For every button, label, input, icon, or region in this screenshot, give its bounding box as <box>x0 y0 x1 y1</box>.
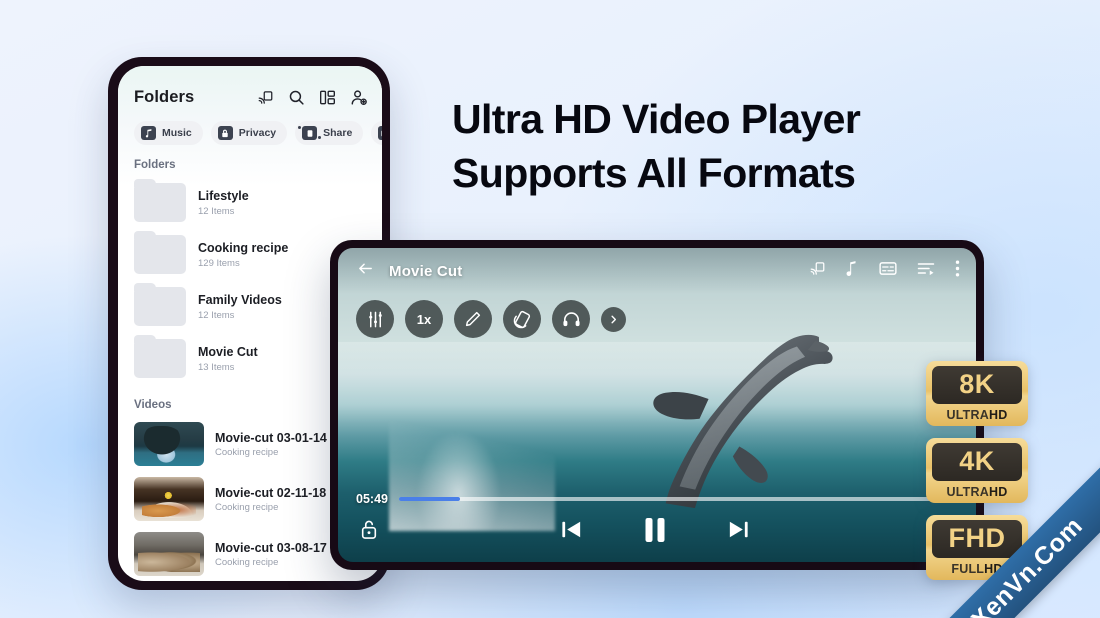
watermark-ribbon-clip: XenVn.Com <box>910 428 1100 618</box>
quality-badge-8k: 8K ULTRAHD <box>926 361 1028 426</box>
player-top-bar: Movie Cut <box>338 248 976 294</box>
chip-label: Share <box>323 127 353 139</box>
player-transport-controls <box>378 516 931 549</box>
video-list-item[interactable]: Movie-cut 03-01-14 Cooking recipe <box>134 417 382 472</box>
cast-icon[interactable] <box>257 90 274 105</box>
player-progress-row: 05:49 <box>338 492 976 506</box>
video-thumbnail <box>134 532 204 576</box>
folder-name: Cooking recipe <box>198 241 289 256</box>
folder-name: Lifestyle <box>198 189 249 204</box>
folder-icon <box>134 179 186 222</box>
folder-item-count: 12 Items <box>198 309 235 321</box>
chip-label: Music <box>162 127 192 139</box>
folder-item-count: 129 Items <box>198 257 240 269</box>
folder-icon <box>134 283 186 326</box>
lock-icon <box>217 126 233 140</box>
chip-downloads[interactable]: Downloads <box>371 121 382 145</box>
skip-previous-icon[interactable] <box>559 517 584 547</box>
skip-next-icon[interactable] <box>726 517 751 547</box>
folder-item[interactable]: Movie Cut 13 Items <box>134 333 382 385</box>
video-list-item[interactable]: Movie-cut 03-08-17 Cooking recipe <box>134 527 382 581</box>
videos-section-label: Videos <box>134 399 172 411</box>
video-thumbnail <box>134 422 204 466</box>
video-player-screen: Movie Cut 1x 05:49 <box>338 248 976 562</box>
cast-icon[interactable] <box>809 261 826 281</box>
video-title: Movie-cut 03-08-17 <box>215 540 327 555</box>
music-note-icon <box>141 126 156 140</box>
folders-section-label: Folders <box>134 159 176 171</box>
headline-line-2: Supports All Formats <box>452 150 856 197</box>
video-thumbnail <box>134 477 204 521</box>
folder-name: Family Videos <box>198 293 282 308</box>
badge-caption-light: ULTRA <box>946 408 989 422</box>
layout-view-icon[interactable] <box>319 90 336 105</box>
player-title: Movie Cut <box>389 262 463 280</box>
badge-value: 8K <box>932 366 1022 404</box>
badge-caption-bold: HD <box>988 408 1008 422</box>
video-list: Movie-cut 03-01-14 Cooking recipe Movie-… <box>118 417 382 581</box>
folder-icon <box>134 335 186 378</box>
folder-list: Lifestyle 12 Items Cooking recipe 129 It… <box>118 177 382 385</box>
page-title: Folders <box>134 88 195 106</box>
player-top-icons <box>809 260 960 282</box>
seek-bar[interactable] <box>398 497 958 501</box>
phone-header-icons <box>257 89 368 106</box>
chip-label: Privacy <box>238 127 277 139</box>
folder-item-count: 12 Items <box>198 205 235 217</box>
video-player-device-frame: Movie Cut 1x 05:49 <box>330 240 984 570</box>
folder-item[interactable]: Cooking recipe 129 Items <box>134 229 382 281</box>
playlist-queue-icon[interactable] <box>917 261 935 281</box>
video-subtitle: Cooking recipe <box>215 501 279 513</box>
download-icon <box>378 126 382 140</box>
video-subtitle: Cooking recipe <box>215 556 279 568</box>
badge-plate: 8K ULTRAHD <box>926 361 1028 426</box>
player-controls <box>338 512 976 552</box>
video-subtitle: Cooking recipe <box>215 446 279 458</box>
seek-bar-fill <box>398 497 461 501</box>
playback-speed-button[interactable]: 1x <box>405 300 443 338</box>
chip-share[interactable]: Share <box>295 121 364 145</box>
folder-icon <box>134 231 186 274</box>
video-title: Movie-cut 02-11-18 <box>215 485 327 500</box>
share-icon <box>298 126 322 140</box>
edit-pencil-icon[interactable] <box>454 300 492 338</box>
chip-privacy[interactable]: Privacy <box>210 121 288 145</box>
video-title: Movie-cut 03-01-14 <box>215 430 327 445</box>
search-icon[interactable] <box>288 89 305 106</box>
phone-app-header: Folders <box>118 66 382 117</box>
pause-icon[interactable] <box>642 516 668 549</box>
player-quick-actions: 1x <box>356 300 626 338</box>
phone-device-frame: Folders Music Privacy Share Folders Life… <box>108 57 390 590</box>
headphones-icon[interactable] <box>552 300 590 338</box>
folder-name: Movie Cut <box>198 345 258 360</box>
filter-chip-row[interactable]: Music Privacy Share <box>118 117 382 145</box>
music-note-icon[interactable] <box>846 260 859 282</box>
marketing-headline: Ultra HD Video Player Supports All Forma… <box>452 92 1012 200</box>
video-list-item[interactable]: Movie-cut 02-11-18 Cooking recipe <box>134 472 382 527</box>
add-person-icon[interactable] <box>350 89 368 106</box>
playback-speed-label: 1x <box>416 311 432 327</box>
screen-rotation-icon[interactable] <box>503 300 541 338</box>
watermark-ribbon: XenVn.Com <box>910 454 1100 618</box>
folder-item[interactable]: Lifestyle 12 Items <box>134 177 382 229</box>
more-vertical-icon[interactable] <box>955 260 960 282</box>
folder-item-count: 13 Items <box>198 361 235 373</box>
badge-caption: ULTRAHD <box>932 408 1022 422</box>
phone-screen: Folders Music Privacy Share Folders Life… <box>118 66 382 581</box>
chip-music[interactable]: Music <box>134 121 203 145</box>
expand-chevron-icon[interactable] <box>601 306 626 332</box>
subtitles-icon[interactable] <box>879 261 897 281</box>
folder-item[interactable]: Family Videos 12 Items <box>134 281 382 333</box>
headline-line-1: Ultra HD Video Player <box>452 96 861 142</box>
